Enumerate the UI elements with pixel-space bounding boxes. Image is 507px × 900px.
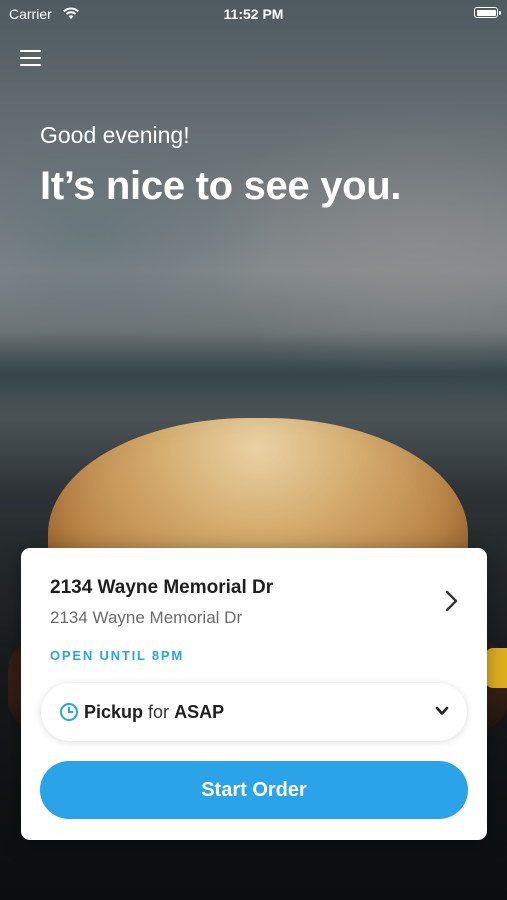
order-type-label: Pickup for ASAP — [84, 702, 224, 723]
battery-icon — [474, 7, 501, 18]
store-hours: OPEN UNTIL 8PM — [50, 648, 185, 663]
burger-cheese — [485, 648, 507, 688]
clock-time: 11:52 PM — [223, 6, 284, 22]
order-mode: Pickup — [84, 702, 144, 722]
order-time: ASAP — [174, 702, 225, 722]
order-connector: for — [148, 702, 170, 722]
store-name[interactable]: 2134 Wayne Memorial Dr — [50, 577, 273, 599]
store-address: 2134 Wayne Memorial Dr — [50, 608, 243, 627]
background-shadow — [0, 330, 507, 420]
menu-icon[interactable] — [20, 49, 42, 67]
start-order-button[interactable]: Start Order — [40, 761, 468, 819]
status-bar: Carrier 11:52 PM — [0, 0, 507, 28]
chevron-down-icon — [435, 706, 449, 715]
clock-icon — [60, 703, 78, 721]
chevron-right-icon[interactable] — [441, 588, 461, 614]
headline-text: It’s nice to see you. — [40, 164, 402, 208]
store-card: 2134 Wayne Memorial Dr 2134 Wayne Memori… — [21, 548, 487, 840]
greeting-text: Good evening! — [40, 122, 190, 148]
order-type-select[interactable]: Pickup for ASAP — [41, 683, 467, 741]
